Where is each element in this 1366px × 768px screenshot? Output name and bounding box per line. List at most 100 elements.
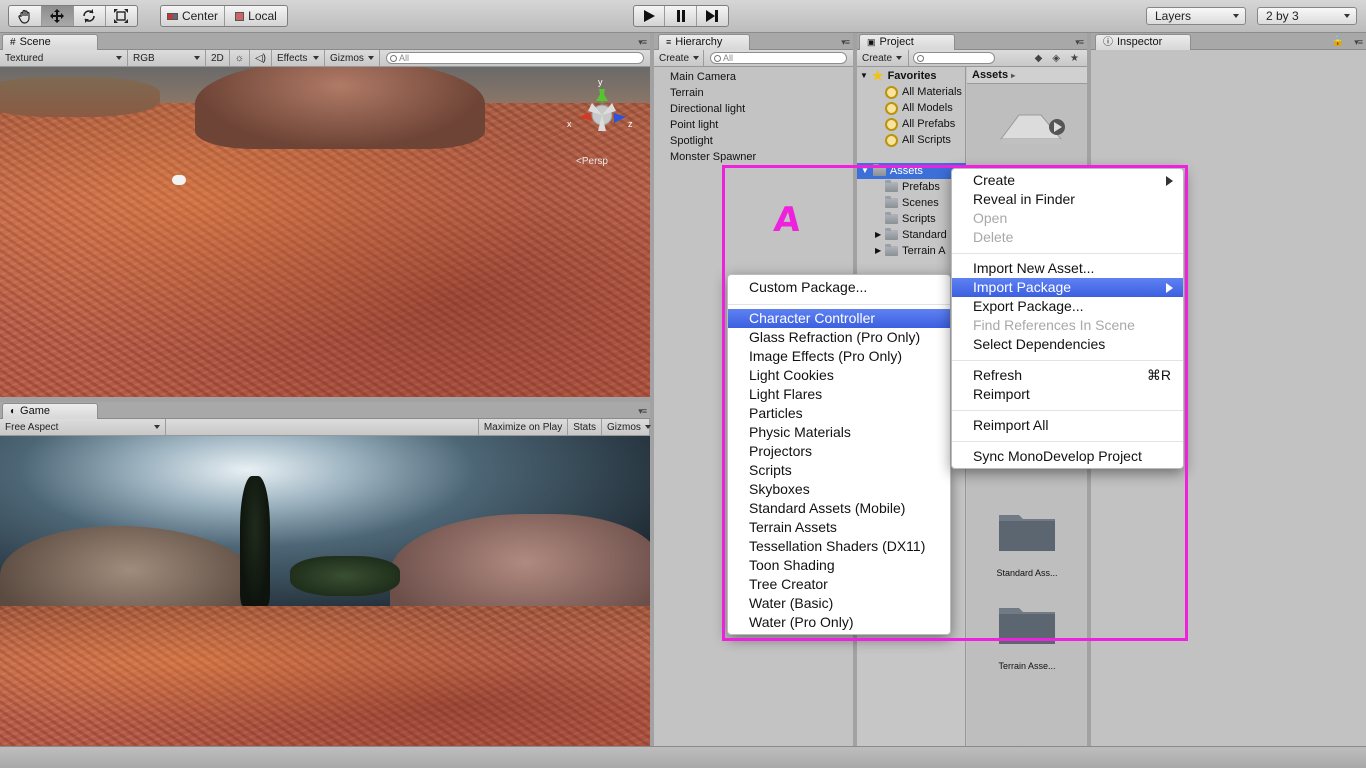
menu-item-package[interactable]: Tree Creator: [728, 575, 950, 594]
menu-item-reimport[interactable]: Reimport: [952, 385, 1183, 404]
menu-item-package[interactable]: Tessellation Shaders (DX11): [728, 537, 950, 556]
step-button[interactable]: [697, 6, 728, 26]
folder-icon: [885, 196, 898, 208]
pivot-center-button[interactable]: Center: [161, 6, 225, 26]
folder-icon[interactable]: [997, 507, 1057, 553]
filter-type-icon[interactable]: ◆: [1035, 53, 1043, 64]
menu-item-reimport-all[interactable]: Reimport All: [952, 416, 1183, 435]
menu-item-custom-package[interactable]: Custom Package...: [728, 278, 950, 297]
menu-item-package[interactable]: Standard Assets (Mobile): [728, 499, 950, 518]
menu-item-package[interactable]: Water (Basic): [728, 594, 950, 613]
scene-viewport[interactable]: y x z <Persp: [0, 67, 650, 397]
panel-menu-icon[interactable]: ▾≡: [638, 37, 647, 48]
layout-dropdown[interactable]: 2 by 3: [1257, 7, 1357, 25]
menu-item-package[interactable]: Physic Materials: [728, 423, 950, 442]
rotate-tool-button[interactable]: [74, 6, 106, 26]
menu-item-sync-monodevelop[interactable]: Sync MonoDevelop Project: [952, 447, 1183, 466]
filter-label-icon[interactable]: ◈: [1052, 53, 1060, 64]
scene-search-wrap: All: [380, 52, 650, 64]
stats-toggle[interactable]: Stats: [568, 419, 602, 435]
menu-item-package[interactable]: Particles: [728, 404, 950, 423]
menu-item-create[interactable]: Create: [952, 171, 1183, 190]
favorite-item[interactable]: All Scripts: [885, 132, 951, 148]
tab-inspector[interactable]: ⓘ Inspector: [1095, 34, 1191, 50]
panel-menu-icon[interactable]: ▾≡: [638, 406, 647, 417]
hierarchy-item[interactable]: Monster Spawner: [670, 149, 756, 165]
folder-item[interactable]: Scripts: [885, 211, 936, 227]
pause-button[interactable]: [665, 6, 697, 26]
game-gizmos-dropdown[interactable]: Gizmos: [602, 419, 651, 435]
orientation-gizmo-icon[interactable]: y x z: [562, 75, 642, 145]
tab-scene[interactable]: # Scene: [2, 34, 98, 50]
menu-item-package[interactable]: Image Effects (Pro Only): [728, 347, 950, 366]
hand-tool-button[interactable]: [9, 6, 42, 26]
menu-item-export-package[interactable]: Export Package...: [952, 297, 1183, 316]
audio-toggle[interactable]: ◁): [250, 50, 272, 66]
projection-label[interactable]: <Persp: [576, 156, 608, 167]
tab-project[interactable]: ▣ Project: [859, 34, 955, 50]
game-ground: [0, 606, 650, 746]
menu-item-package[interactable]: Toon Shading: [728, 556, 950, 575]
favorites-header[interactable]: ▼ ★ Favorites: [860, 68, 937, 84]
scale-tool-button[interactable]: [106, 6, 137, 26]
maximize-on-play-toggle[interactable]: Maximize on Play: [477, 419, 569, 435]
folder-item[interactable]: Prefabs: [885, 179, 940, 195]
favorite-item[interactable]: All Models: [885, 100, 953, 116]
favorite-item[interactable]: All Prefabs: [885, 116, 955, 132]
move-tool-button[interactable]: [41, 6, 74, 26]
menu-item-package[interactable]: Projectors: [728, 442, 950, 461]
layers-dropdown[interactable]: Layers: [1146, 7, 1246, 25]
folder-item[interactable]: ▶ Standard: [875, 227, 947, 243]
play-button[interactable]: [634, 6, 666, 26]
hierarchy-item[interactable]: Point light: [670, 117, 756, 133]
game-viewport[interactable]: [0, 436, 650, 746]
menu-item-import-package[interactable]: Import Package: [952, 278, 1183, 297]
lighting-toggle[interactable]: ☼: [230, 50, 250, 66]
menu-item-package[interactable]: Light Flares: [728, 385, 950, 404]
menu-item-package[interactable]: Skyboxes: [728, 480, 950, 499]
panel-menu-icon[interactable]: ▾≡: [1075, 37, 1084, 48]
folder-item[interactable]: Scenes: [885, 195, 939, 211]
menu-item-refresh[interactable]: Refresh ⌘R: [952, 366, 1183, 385]
menu-item-package[interactable]: Scripts: [728, 461, 950, 480]
favorite-star-icon[interactable]: ★: [1070, 53, 1079, 64]
menu-item-package[interactable]: Light Cookies: [728, 366, 950, 385]
effects-dropdown[interactable]: Effects: [272, 50, 325, 66]
2d-toggle[interactable]: 2D: [206, 50, 230, 66]
gizmos-dropdown[interactable]: Gizmos: [325, 50, 380, 66]
hierarchy-item[interactable]: Spotlight: [670, 133, 756, 149]
menu-item-import-new-asset[interactable]: Import New Asset...: [952, 259, 1183, 278]
hierarchy-search-input[interactable]: All: [710, 52, 847, 64]
project-create-dropdown[interactable]: Create: [857, 50, 909, 66]
grid-item-label[interactable]: Standard Ass...: [967, 568, 1087, 578]
hierarchy-item[interactable]: Terrain: [670, 85, 756, 101]
menu-item-character-controller[interactable]: Character Controller: [728, 309, 950, 328]
scene-asset-icon[interactable]: [997, 109, 1069, 149]
tab-hierarchy[interactable]: ≡ Hierarchy: [658, 34, 750, 50]
tab-game[interactable]: ◐ Game: [2, 403, 98, 419]
hierarchy-item[interactable]: Main Camera: [670, 69, 756, 85]
assets-folder-selected[interactable]: ▼ Assets: [857, 163, 966, 179]
panel-menu-icon[interactable]: ▾≡: [841, 37, 850, 48]
favorite-item[interactable]: All Materials: [885, 84, 962, 100]
folder-item[interactable]: ▶ Terrain A: [875, 243, 946, 259]
assets-breadcrumb[interactable]: Assets ▸: [967, 67, 1087, 84]
menu-item-package[interactable]: Terrain Assets: [728, 518, 950, 537]
render-mode-dropdown[interactable]: RGB: [128, 50, 206, 66]
menu-item-package[interactable]: Glass Refraction (Pro Only): [728, 328, 950, 347]
hierarchy-item[interactable]: Directional light: [670, 101, 756, 117]
hierarchy-create-dropdown[interactable]: Create: [654, 50, 704, 66]
folder-icon[interactable]: [997, 600, 1057, 646]
menu-item-reveal-in-finder[interactable]: Reveal in Finder: [952, 190, 1183, 209]
grid-item-label[interactable]: Terrain Asse...: [967, 661, 1087, 671]
pivot-local-button[interactable]: Local: [225, 6, 287, 26]
hand-icon: [18, 9, 30, 24]
draw-mode-dropdown[interactable]: Textured: [0, 50, 128, 66]
lock-icon[interactable]: 🔒: [1332, 36, 1344, 47]
menu-item-package[interactable]: Water (Pro Only): [728, 613, 950, 632]
aspect-dropdown[interactable]: Free Aspect: [0, 419, 166, 435]
project-search-input[interactable]: [913, 52, 995, 64]
menu-item-select-dependencies[interactable]: Select Dependencies: [952, 335, 1183, 354]
panel-menu-icon[interactable]: ▾≡: [1354, 37, 1363, 48]
scene-search-input[interactable]: All: [386, 52, 644, 64]
